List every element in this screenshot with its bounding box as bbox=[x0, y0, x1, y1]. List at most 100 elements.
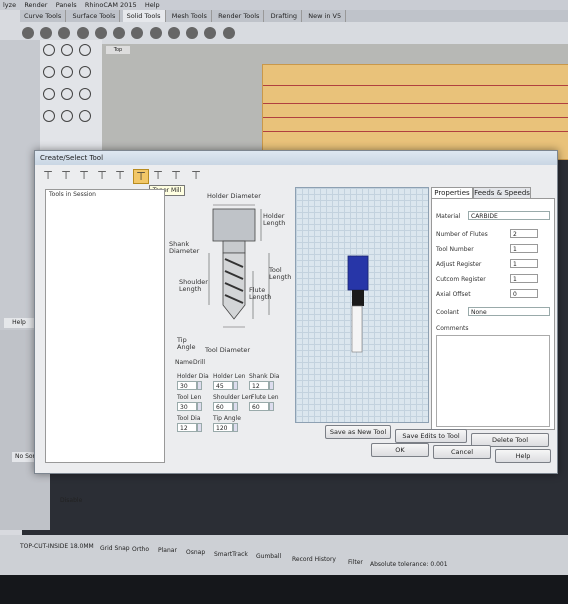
tip-angle-field-label: Tip Angle bbox=[213, 415, 241, 422]
tool-number-field[interactable]: 1 bbox=[510, 244, 538, 253]
drill-icon[interactable]: ⊤ bbox=[113, 169, 127, 182]
engraving-mill-icon[interactable]: ⊤ bbox=[151, 169, 165, 182]
tip-angle-field[interactable]: 120 bbox=[213, 423, 233, 432]
cutcom-register-field[interactable]: 1 bbox=[510, 274, 538, 283]
axial-offset-field[interactable]: 0 bbox=[510, 289, 538, 298]
cylinder-icon[interactable] bbox=[58, 27, 71, 39]
tab-surface-tools[interactable]: Surface Tools bbox=[69, 10, 121, 22]
tab-curve-tools[interactable]: Curve Tools bbox=[20, 10, 67, 22]
shoulder-len-spinner[interactable] bbox=[233, 402, 238, 411]
layer-name[interactable]: TOP-CUT-INSIDE bbox=[20, 543, 68, 550]
move-icon[interactable] bbox=[61, 110, 73, 122]
comments-field[interactable] bbox=[436, 335, 550, 427]
tools-in-session-list[interactable] bbox=[45, 189, 165, 463]
curve-icon[interactable] bbox=[61, 66, 73, 78]
shoulder-len-field[interactable]: 60 bbox=[213, 402, 233, 411]
arc-icon[interactable] bbox=[43, 88, 55, 100]
tab-drafting[interactable]: Drafting bbox=[267, 10, 303, 22]
rectangle-icon[interactable] bbox=[61, 88, 73, 100]
thread-mill-icon[interactable]: ⊤ bbox=[189, 169, 203, 182]
gumball-toggle[interactable]: Gumball bbox=[256, 553, 281, 560]
ortho-toggle[interactable]: Ortho bbox=[132, 546, 149, 553]
point-icon[interactable] bbox=[61, 44, 73, 56]
tool-preview-svg bbox=[347, 255, 369, 353]
cancel-button[interactable]: Cancel bbox=[433, 445, 491, 459]
help-button[interactable]: Help bbox=[4, 318, 34, 328]
boolean-intersection-icon[interactable] bbox=[186, 27, 199, 39]
tool-len-spinner[interactable] bbox=[197, 402, 202, 411]
corner-radius-mill-icon[interactable]: ⊤ bbox=[77, 169, 91, 182]
menu-item[interactable]: Panels bbox=[56, 0, 77, 10]
tool-dia-field[interactable]: 12 bbox=[177, 423, 197, 432]
torus-icon[interactable] bbox=[94, 27, 107, 39]
osnap-toggle[interactable]: Osnap bbox=[186, 549, 205, 556]
tab-render-tools[interactable]: Render Tools bbox=[214, 10, 265, 22]
extrude-icon[interactable] bbox=[131, 27, 144, 39]
polyline-icon[interactable] bbox=[43, 66, 55, 78]
holder-dia-label: Holder Dia bbox=[177, 373, 209, 380]
name-label: Name bbox=[175, 359, 193, 366]
menu-item[interactable]: Help bbox=[145, 0, 160, 10]
tolerance-readout: Absolute tolerance: 0.001 bbox=[370, 561, 448, 568]
tool-dia-spinner[interactable] bbox=[197, 423, 202, 432]
polygon-icon[interactable] bbox=[79, 88, 91, 100]
holder-len-spinner[interactable] bbox=[233, 381, 238, 390]
menu-item[interactable]: lyze bbox=[3, 0, 16, 10]
taper-mill-icon[interactable]: ⊤ bbox=[133, 169, 149, 184]
adjust-register-field[interactable]: 1 bbox=[510, 259, 538, 268]
smarttrack-toggle[interactable]: SmartTrack bbox=[214, 551, 248, 558]
gear-icon[interactable] bbox=[222, 27, 235, 39]
shank-dia-field[interactable]: 12 bbox=[249, 381, 269, 390]
text-icon[interactable] bbox=[43, 110, 55, 122]
menu-item[interactable]: Render bbox=[24, 0, 47, 10]
material-select[interactable]: CARBIDE bbox=[468, 211, 550, 220]
filter-toggle[interactable]: Filter bbox=[348, 559, 363, 566]
flute-len-field[interactable]: 60 bbox=[249, 402, 269, 411]
ball-mill-icon[interactable]: ⊤ bbox=[59, 169, 73, 182]
tab-new-in-v5[interactable]: New in V5 bbox=[304, 10, 347, 22]
pipe-icon[interactable] bbox=[113, 27, 126, 39]
disable-label[interactable]: Disable bbox=[60, 497, 82, 504]
flutes-field[interactable]: 2 bbox=[510, 229, 538, 238]
chamfer-mill-icon[interactable]: ⊤ bbox=[169, 169, 183, 182]
menu-item[interactable]: RhinoCAM 2015 bbox=[85, 0, 137, 10]
holder-dia-spinner[interactable] bbox=[197, 381, 202, 390]
tool-len-field[interactable]: 30 bbox=[177, 402, 197, 411]
sphere-icon[interactable] bbox=[40, 27, 53, 39]
rotate-icon[interactable] bbox=[79, 110, 91, 122]
ok-button[interactable]: OK bbox=[371, 443, 429, 457]
material-label: Material bbox=[436, 213, 461, 220]
shoulder-length-label: Shoulder Length bbox=[179, 278, 208, 293]
cone-icon[interactable] bbox=[76, 27, 89, 39]
shank-dia-spinner[interactable] bbox=[269, 381, 274, 390]
circle-icon[interactable] bbox=[79, 66, 91, 78]
record-history-toggle[interactable]: Record History bbox=[292, 556, 336, 563]
holder-len-field[interactable]: 45 bbox=[213, 381, 233, 390]
grid-snap-toggle[interactable]: Grid Snap bbox=[100, 545, 130, 552]
create-select-tool-dialog: Create/Select Tool ⊤ ⊤ ⊤ ⊤ ⊤ ⊤ ⊤ ⊤ ⊤ Tap… bbox=[34, 150, 558, 474]
holder-dia-field[interactable]: 30 bbox=[177, 381, 197, 390]
flutes-label: Number of Flutes bbox=[436, 231, 488, 238]
tip-angle-spinner[interactable] bbox=[233, 423, 238, 432]
tool-preview[interactable] bbox=[295, 187, 429, 423]
fillet-edge-icon[interactable] bbox=[204, 27, 217, 39]
line-icon[interactable] bbox=[79, 44, 91, 56]
planar-toggle[interactable]: Planar bbox=[158, 547, 177, 554]
tab-mesh-tools[interactable]: Mesh Tools bbox=[168, 10, 212, 22]
toolbar-tabs: Curve Tools Surface Tools Solid Tools Me… bbox=[20, 10, 568, 22]
flute-len-spinner[interactable] bbox=[269, 402, 274, 411]
box-icon[interactable] bbox=[22, 27, 34, 39]
coolant-select[interactable]: None bbox=[468, 307, 550, 316]
viewport-label[interactable]: Top bbox=[106, 46, 130, 54]
flat-mill-icon[interactable]: ⊤ bbox=[41, 169, 55, 182]
name-value[interactable]: Drill bbox=[193, 359, 205, 366]
save-edits-button[interactable]: Save Edits to Tool bbox=[395, 429, 467, 443]
tool-len-label: Tool Len bbox=[177, 394, 202, 401]
help-dialog-button[interactable]: Help bbox=[495, 449, 551, 463]
boolean-union-icon[interactable] bbox=[149, 27, 162, 39]
save-as-new-tool-button[interactable]: Save as New Tool bbox=[325, 425, 391, 439]
vee-mill-icon[interactable]: ⊤ bbox=[95, 169, 109, 182]
select-icon[interactable] bbox=[43, 44, 55, 56]
tab-solid-tools[interactable]: Solid Tools bbox=[122, 10, 166, 22]
boolean-difference-icon[interactable] bbox=[167, 27, 180, 39]
